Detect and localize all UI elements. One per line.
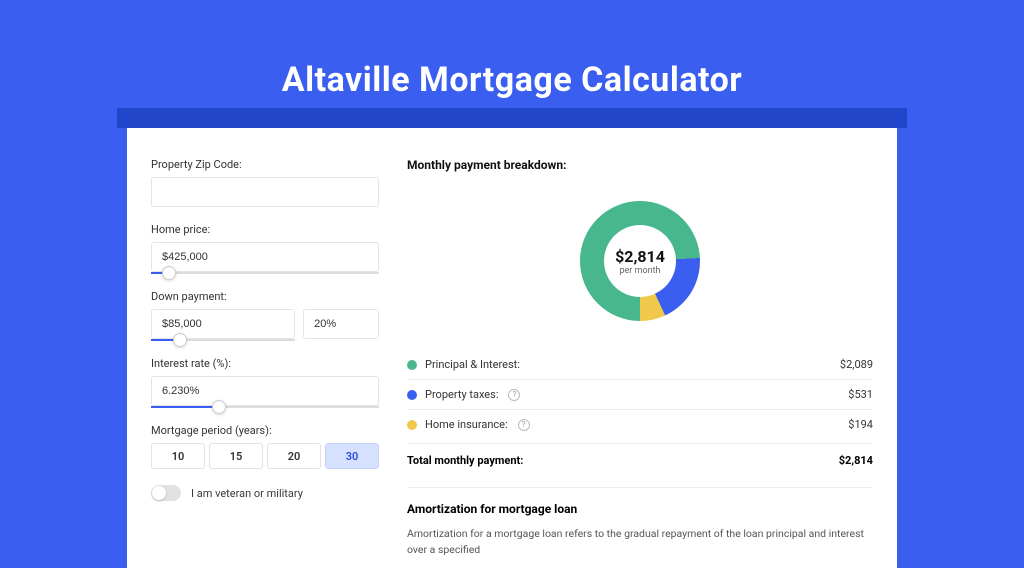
veteran-row: I am veteran or military xyxy=(151,485,379,501)
down-payment-block: Down payment: xyxy=(151,290,379,341)
period-block: Mortgage period (years): 10152030 xyxy=(151,424,379,469)
total-value: $2,814 xyxy=(839,454,873,467)
legend-row-home-insurance: Home insurance:? $194 xyxy=(407,410,873,439)
legend-left: Home insurance:? xyxy=(407,418,530,431)
card-shadow xyxy=(117,108,907,128)
divider xyxy=(407,487,873,488)
legend-row-principal-interest: Principal & Interest: $2,089 xyxy=(407,350,873,380)
home-price-block: Home price: xyxy=(151,223,379,274)
interest-rate-block: Interest rate (%): xyxy=(151,357,379,408)
legend: Principal & Interest: $2,089 Property taxe… xyxy=(407,350,873,439)
zip-field-block: Property Zip Code: xyxy=(151,158,379,207)
info-icon[interactable]: ? xyxy=(518,419,530,431)
zip-input[interactable] xyxy=(151,177,379,207)
interest-rate-slider-thumb[interactable] xyxy=(212,400,226,414)
period-option-10[interactable]: 10 xyxy=(151,443,205,469)
period-option-15[interactable]: 15 xyxy=(209,443,263,469)
legend-left: Property taxes:? xyxy=(407,388,520,401)
amortization-text: Amortization for a mortgage loan refers … xyxy=(407,526,873,558)
period-option-30[interactable]: 30 xyxy=(325,443,379,469)
info-icon[interactable]: ? xyxy=(508,389,520,401)
period-option-20[interactable]: 20 xyxy=(267,443,321,469)
legend-label: Home insurance: xyxy=(425,418,508,431)
legend-row-property-taxes: Property taxes:? $531 xyxy=(407,380,873,410)
interest-rate-slider[interactable] xyxy=(151,406,379,408)
legend-dot-icon xyxy=(407,360,417,370)
legend-value: $194 xyxy=(848,418,873,431)
donut-chart: $2,814 per month xyxy=(580,201,700,321)
breakdown-panel: Monthly payment breakdown: $2,814 per mo… xyxy=(397,128,897,568)
legend-dot-icon xyxy=(407,420,417,430)
period-row: 10152030 xyxy=(151,443,379,469)
home-price-slider-thumb[interactable] xyxy=(162,266,176,280)
legend-value: $2,089 xyxy=(840,358,873,371)
legend-left: Principal & Interest: xyxy=(407,358,520,371)
calculator-card: Property Zip Code: Home price: Down paym… xyxy=(127,128,897,568)
down-payment-pct-input[interactable] xyxy=(303,309,379,339)
zip-label: Property Zip Code: xyxy=(151,158,379,171)
home-price-input[interactable] xyxy=(151,242,379,272)
legend-value: $531 xyxy=(848,388,873,401)
donut-center-sub: per month xyxy=(619,266,660,276)
total-row: Total monthly payment: $2,814 xyxy=(407,443,873,481)
donut-center-value: $2,814 xyxy=(615,247,665,266)
down-payment-label: Down payment: xyxy=(151,290,379,303)
form-panel: Property Zip Code: Home price: Down paym… xyxy=(127,128,397,568)
interest-rate-input[interactable] xyxy=(151,376,379,406)
veteran-toggle[interactable] xyxy=(151,485,181,501)
donut-center: $2,814 per month xyxy=(604,225,676,297)
down-payment-amount-input[interactable] xyxy=(151,309,295,339)
amortization-heading: Amortization for mortgage loan xyxy=(407,502,873,516)
donut-chart-wrap: $2,814 per month xyxy=(407,186,873,336)
down-payment-slider[interactable] xyxy=(151,339,295,341)
interest-rate-label: Interest rate (%): xyxy=(151,357,379,370)
toggle-knob xyxy=(152,486,166,500)
home-price-label: Home price: xyxy=(151,223,379,236)
legend-label: Property taxes: xyxy=(425,388,498,401)
home-price-slider[interactable] xyxy=(151,272,379,274)
legend-label: Principal & Interest: xyxy=(425,358,520,371)
total-label: Total monthly payment: xyxy=(407,454,523,467)
veteran-label: I am veteran or military xyxy=(191,487,303,500)
breakdown-heading: Monthly payment breakdown: xyxy=(407,158,873,172)
interest-rate-slider-fill xyxy=(151,406,219,408)
legend-dot-icon xyxy=(407,390,417,400)
down-payment-slider-thumb[interactable] xyxy=(173,333,187,347)
period-label: Mortgage period (years): xyxy=(151,424,379,437)
